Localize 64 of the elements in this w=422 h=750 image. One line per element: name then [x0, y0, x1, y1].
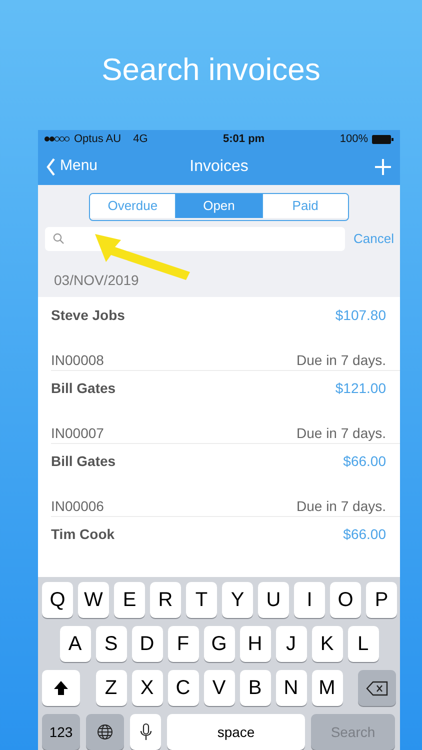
customer-name: Bill Gates — [51, 452, 116, 471]
key[interactable]: C — [168, 670, 198, 706]
invoice-amount: $121.00 — [335, 379, 386, 398]
key[interactable]: S — [96, 626, 126, 662]
key[interactable]: O — [330, 582, 361, 618]
due-status: Due in 7 days. — [296, 351, 386, 370]
signal-icon — [44, 136, 70, 142]
invoice-number: IN00006 — [51, 497, 104, 516]
key[interactable]: A — [60, 626, 90, 662]
space-key[interactable]: space — [167, 714, 305, 750]
add-button[interactable] — [374, 158, 392, 176]
key[interactable]: V — [204, 670, 234, 706]
invoice-amount: $66.00 — [343, 452, 386, 471]
status-time: 5:01 pm — [222, 132, 266, 147]
plus-icon — [374, 158, 392, 176]
key[interactable]: Q — [42, 582, 73, 618]
key[interactable]: F — [168, 626, 198, 662]
back-chevron-icon — [46, 158, 56, 176]
key[interactable]: H — [240, 626, 270, 662]
microphone-icon — [140, 723, 152, 741]
battery-icon — [372, 134, 394, 144]
delete-key[interactable] — [358, 670, 396, 706]
key[interactable]: U — [258, 582, 289, 618]
key[interactable]: M — [312, 670, 342, 706]
due-status: Due in 7 days. — [296, 424, 386, 443]
key[interactable]: G — [204, 626, 234, 662]
key[interactable]: K — [312, 626, 342, 662]
search-field[interactable] — [45, 226, 345, 250]
numbers-key[interactable]: 123 — [42, 714, 80, 750]
invoice-number: IN00008 — [51, 351, 104, 370]
key[interactable]: Z — [96, 670, 126, 706]
key[interactable]: P — [366, 582, 397, 618]
screen-title: Invoices — [190, 156, 248, 176]
key[interactable]: D — [132, 626, 162, 662]
microphone-key[interactable] — [130, 714, 161, 750]
invoice-amount: $107.80 — [335, 306, 386, 325]
customer-name: Bill Gates — [51, 379, 116, 398]
search-icon — [53, 233, 64, 244]
network-type: 4G — [133, 132, 148, 147]
key[interactable]: T — [186, 582, 217, 618]
battery-percent: 100% — [340, 132, 368, 147]
invoice-number: IN00007 — [51, 424, 104, 443]
invoice-amount: $66.00 — [343, 525, 386, 544]
date-header: 03/NOV/2019 — [54, 272, 139, 288]
customer-name: Tim Cook — [51, 525, 115, 544]
globe-key[interactable] — [86, 714, 124, 750]
shift-arrow-icon — [53, 680, 69, 696]
globe-icon — [97, 724, 113, 740]
headline: Search invoices — [102, 54, 320, 89]
key[interactable]: W — [78, 582, 109, 618]
shift-key[interactable] — [42, 670, 80, 706]
key[interactable]: R — [150, 582, 181, 618]
key[interactable]: Y — [222, 582, 253, 618]
key[interactable]: L — [348, 626, 378, 662]
key[interactable]: X — [132, 670, 162, 706]
due-status: Due in 7 days. — [296, 497, 386, 516]
carrier-name: Optus AU — [74, 132, 122, 147]
key[interactable]: N — [276, 670, 306, 706]
key[interactable]: E — [114, 582, 145, 618]
backspace-icon — [366, 680, 388, 696]
key[interactable]: B — [240, 670, 270, 706]
key[interactable]: I — [294, 582, 325, 618]
key[interactable]: J — [276, 626, 306, 662]
customer-name: Steve Jobs — [51, 306, 125, 325]
